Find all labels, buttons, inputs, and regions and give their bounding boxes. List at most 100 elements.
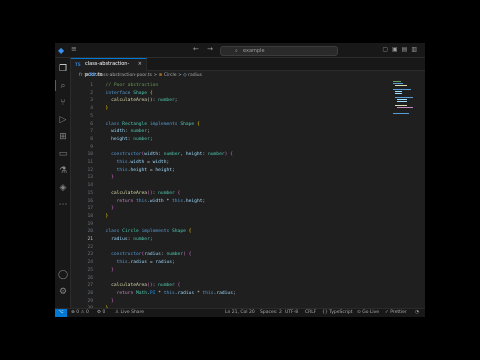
line-number: 3: [90, 98, 93, 104]
search-text: example: [243, 48, 265, 54]
title-bar: ◆ ≡ ← → ⌕ example ▢▣▤▥: [55, 43, 425, 58]
line-number: 8: [90, 136, 93, 142]
live-share-button[interactable]: ♙ Live Share: [115, 309, 144, 317]
indentation[interactable]: Spaces: 2: [260, 309, 282, 317]
line-number: 5: [90, 113, 93, 119]
line-number: 21: [87, 237, 93, 242]
code-text: this.height = height;: [116, 167, 175, 173]
more-icon[interactable]: ⋯: [58, 200, 68, 210]
line-number: 29: [87, 298, 93, 304]
line-number: 7: [90, 129, 93, 135]
code-text: }: [111, 206, 114, 212]
line-number: 4: [90, 106, 93, 112]
line-number: 19: [87, 221, 93, 227]
files-icon[interactable]: ❐: [58, 64, 68, 74]
breadcrumb-member[interactable]: radius: [188, 73, 202, 78]
line-number: 27: [87, 283, 93, 289]
line-number: 25: [87, 267, 93, 273]
code-text: }: [111, 298, 114, 304]
typescript-file-icon: TS: [89, 73, 96, 78]
class-icon: ⊛: [158, 73, 163, 78]
account-icon[interactable]: ◯: [58, 270, 68, 280]
line-number: 12: [87, 167, 93, 173]
layout-controls-icon[interactable]: ▢▣▤▥: [382, 46, 421, 53]
prettier-status[interactable]: ✓ Prettier: [385, 309, 407, 317]
code-text: this.width = width;: [116, 160, 170, 165]
go-live-button[interactable]: ⊙ Go Live: [357, 309, 379, 317]
code-text: class Rectangle implements Shape {: [105, 121, 200, 127]
command-center-search[interactable]: ⌕ example: [220, 46, 338, 56]
docker-icon[interactable]: ◈: [58, 183, 68, 193]
nav-arrows[interactable]: ← →: [193, 45, 216, 53]
encoding[interactable]: UTF-8: [285, 309, 298, 317]
activity-bar: ❐ ⌕ ⑂ ▷ ⊞ ▭ ⚗ ◈ ⋯ ◯ ⚙: [55, 58, 71, 308]
code-text: class Circle implements Shape {: [105, 229, 192, 235]
code-text: radius: number;: [111, 237, 153, 242]
code-text: constructor(radius: number) {: [111, 252, 192, 258]
code-editor[interactable]: 1 // Poor abstraction 2 interface Shape {…: [71, 80, 393, 311]
code-text: }: [105, 106, 109, 112]
code-text: }: [111, 175, 114, 181]
ports-indicator[interactable]: ⚙ 0: [97, 309, 105, 317]
line-number: 10: [87, 152, 93, 158]
language-mode[interactable]: {} TypeScript: [322, 309, 353, 317]
notifications-icon[interactable]: ◔: [415, 309, 419, 317]
line-number: 17: [87, 206, 93, 212]
remote-explorer-icon[interactable]: ▭: [58, 149, 68, 159]
line-number: 9: [90, 144, 93, 150]
line-number: 15: [87, 190, 93, 196]
testing-icon[interactable]: ⚗: [58, 166, 68, 176]
line-number: 20: [87, 229, 93, 235]
status-bar: ⌥ ⊗ 0 ⚠ 0 ⚙ 0 ♙ Live Share Ln 21, Col 20…: [55, 308, 425, 317]
code-text: calculateArea(): number;: [111, 98, 178, 104]
vertical-scrollbar[interactable]: [417, 80, 423, 308]
breadcrumb-folder[interactable]: fr: [79, 73, 82, 78]
code-text: return this.width * this.height;: [116, 198, 206, 204]
close-icon[interactable]: ×: [138, 59, 142, 70]
line-number: 13: [87, 175, 93, 181]
active-indicator: [55, 80, 56, 91]
code-text: height: number;: [111, 136, 153, 142]
code-text: calculateArea(): number {: [111, 283, 181, 289]
remote-indicator[interactable]: ⌥: [55, 309, 67, 317]
breadcrumb-symbol[interactable]: Circle: [164, 73, 177, 78]
line-number: 6: [90, 121, 93, 127]
search-icon: ⌕: [235, 48, 238, 54]
line-number: 1: [90, 83, 93, 88]
line-number: 14: [87, 183, 93, 189]
typescript-file-icon: TS: [75, 62, 81, 67]
line-ending[interactable]: CRLF: [305, 309, 316, 317]
line-number: 2: [90, 90, 93, 96]
code-text: }: [111, 267, 114, 273]
vscode-logo-icon: ◆: [58, 46, 65, 55]
minimap[interactable]: [393, 80, 415, 120]
breadcrumb-file[interactable]: class-abstraction-poor.ts: [97, 73, 152, 78]
line-number: 24: [87, 260, 93, 266]
breadcrumb: fr > TS class-abstraction-poor.ts > ⊛ Ci…: [79, 73, 203, 78]
code-text: width: number;: [111, 129, 150, 135]
problems-indicator[interactable]: ⊗ 0 ⚠ 0: [71, 309, 89, 317]
vscode-window: ◆ ≡ ← → ⌕ example ▢▣▤▥ ❐ ⌕ ⑂ ▷ ⊞ ▭ ⚗ ◈ ⋯…: [55, 43, 425, 317]
line-number: 22: [87, 244, 93, 250]
menu-icon[interactable]: ≡: [71, 45, 77, 53]
source-control-icon[interactable]: ⑂: [58, 98, 68, 108]
line-number: 18: [87, 213, 93, 219]
code-text: // Poor abstraction: [105, 83, 159, 88]
code-text: }: [105, 213, 109, 219]
code-text: this.radius = radius;: [116, 260, 175, 266]
settings-gear-icon[interactable]: ⚙: [58, 287, 68, 297]
line-number: 26: [87, 275, 93, 281]
code-text: interface Shape {: [105, 90, 153, 96]
code-text: return Math.PI * this.radius * this.radi…: [116, 290, 236, 296]
code-text: constructor(width: number, height: numbe…: [111, 152, 233, 158]
line-number: 11: [87, 160, 93, 165]
cursor-position[interactable]: Ln 21, Col 20: [225, 309, 255, 317]
tab-class-abstraction-poor[interactable]: TS class-abstraction-poor.ts ×: [71, 58, 147, 78]
field-icon: ◇: [183, 73, 187, 78]
extensions-icon[interactable]: ⊞: [58, 132, 68, 142]
line-number: 28: [87, 290, 93, 296]
code-text: calculateArea(): number {: [111, 190, 181, 196]
run-debug-icon[interactable]: ▷: [58, 115, 68, 125]
search-icon[interactable]: ⌕: [58, 81, 68, 91]
line-number: 23: [87, 252, 93, 258]
